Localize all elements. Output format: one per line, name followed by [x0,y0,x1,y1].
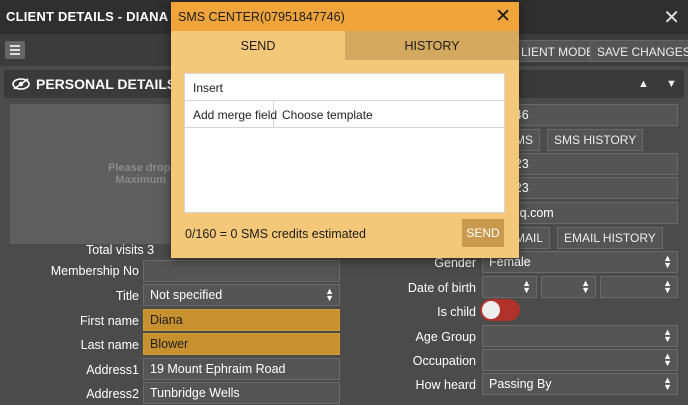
photo-drop-text: Please drop/ Maximum [108,162,174,186]
title-label: Title [115,289,139,303]
age-group-select[interactable]: ▲ ▼ [482,325,678,347]
dob-day-select[interactable]: ▲ ▼ [482,276,537,298]
choose-template-button[interactable]: Choose template [274,101,504,128]
menu-icon[interactable] [5,41,25,59]
toggle-knob [482,301,500,319]
select-arrows-icon: ▲ ▼ [522,278,531,295]
address2-input[interactable]: Tunbridge Wells [143,382,340,404]
select-arrows-icon: ▲ ▼ [325,286,334,303]
collapse-up-icon[interactable]: ▲ [638,78,649,90]
membership-no-input[interactable] [143,260,340,282]
select-arrows-icon: ▲ ▼ [663,351,672,368]
tab-history[interactable]: HISTORY [345,31,519,60]
is-child-label: Is child [437,305,476,319]
eye-slash-icon [12,78,30,90]
personal-details-title: PERSONAL DETAILS [36,76,177,92]
select-arrows-icon: ▲ ▼ [663,327,672,344]
dob-month-select[interactable]: ▲ ▼ [541,276,596,298]
sms-editor: Insert Add merge field Choose template [184,73,505,213]
expand-down-icon[interactable]: ▼ [666,78,677,90]
insert-menu[interactable]: Insert [185,74,504,101]
address1-input[interactable]: 19 Mount Ephraim Road [143,358,340,380]
select-arrows-icon: ▲ ▼ [581,278,590,295]
occupation-select[interactable]: ▲ ▼ [482,349,678,371]
close-icon[interactable]: ✕ [495,5,511,28]
last-name-input[interactable]: Blower [143,333,340,355]
sms-history-button[interactable]: SMS HISTORY [547,129,644,151]
sms-credits-estimate: 0/160 = 0 SMS credits estimated [185,227,366,241]
sms-message-textarea[interactable] [185,128,504,212]
select-arrows-icon: ▲ ▼ [663,375,672,392]
how-heard-select[interactable]: Passing By ▲ ▼ [482,373,678,395]
client-close-icon[interactable]: ✕ [663,5,680,30]
client-mode-button[interactable]: LIENT MODE [514,40,602,62]
is-child-toggle[interactable] [480,299,520,321]
sms-modal-header: SMS CENTER(07951847746) ✕ [171,2,519,31]
total-visits: Total visits 3 [86,243,155,257]
save-changes-button[interactable]: SAVE CHANGES [590,40,688,62]
add-merge-field-button[interactable]: Add merge field [185,101,277,128]
first-name-label: First name [79,314,139,328]
title-select[interactable]: Not specified ▲ ▼ [143,284,340,306]
sms-modal-title: SMS CENTER(07951847746) [178,10,345,24]
email-history-button[interactable]: EMAIL HISTORY [557,227,663,249]
address1-label: Address1 [86,363,139,377]
gender-label: Gender [434,256,476,270]
sms-center-modal: SMS CENTER(07951847746) ✕ SEND HISTORY I… [171,2,519,258]
dob-year-select[interactable]: ▲ ▼ [600,276,678,298]
select-arrows-icon: ▲ ▼ [663,253,672,270]
date-of-birth-label: Date of birth [407,281,476,295]
last-name-label: Last name [80,338,139,352]
membership-no-label: Membership No [50,264,139,278]
age-group-label: Age Group [415,330,476,344]
how-heard-label: How heard [415,378,476,392]
select-arrows-icon: ▲ ▼ [663,278,672,295]
address2-label: Address2 [86,387,139,401]
send-button[interactable]: SEND [462,219,504,247]
occupation-label: Occupation [412,354,476,368]
first-name-input[interactable]: Diana [143,309,340,331]
tab-send[interactable]: SEND [171,31,345,60]
